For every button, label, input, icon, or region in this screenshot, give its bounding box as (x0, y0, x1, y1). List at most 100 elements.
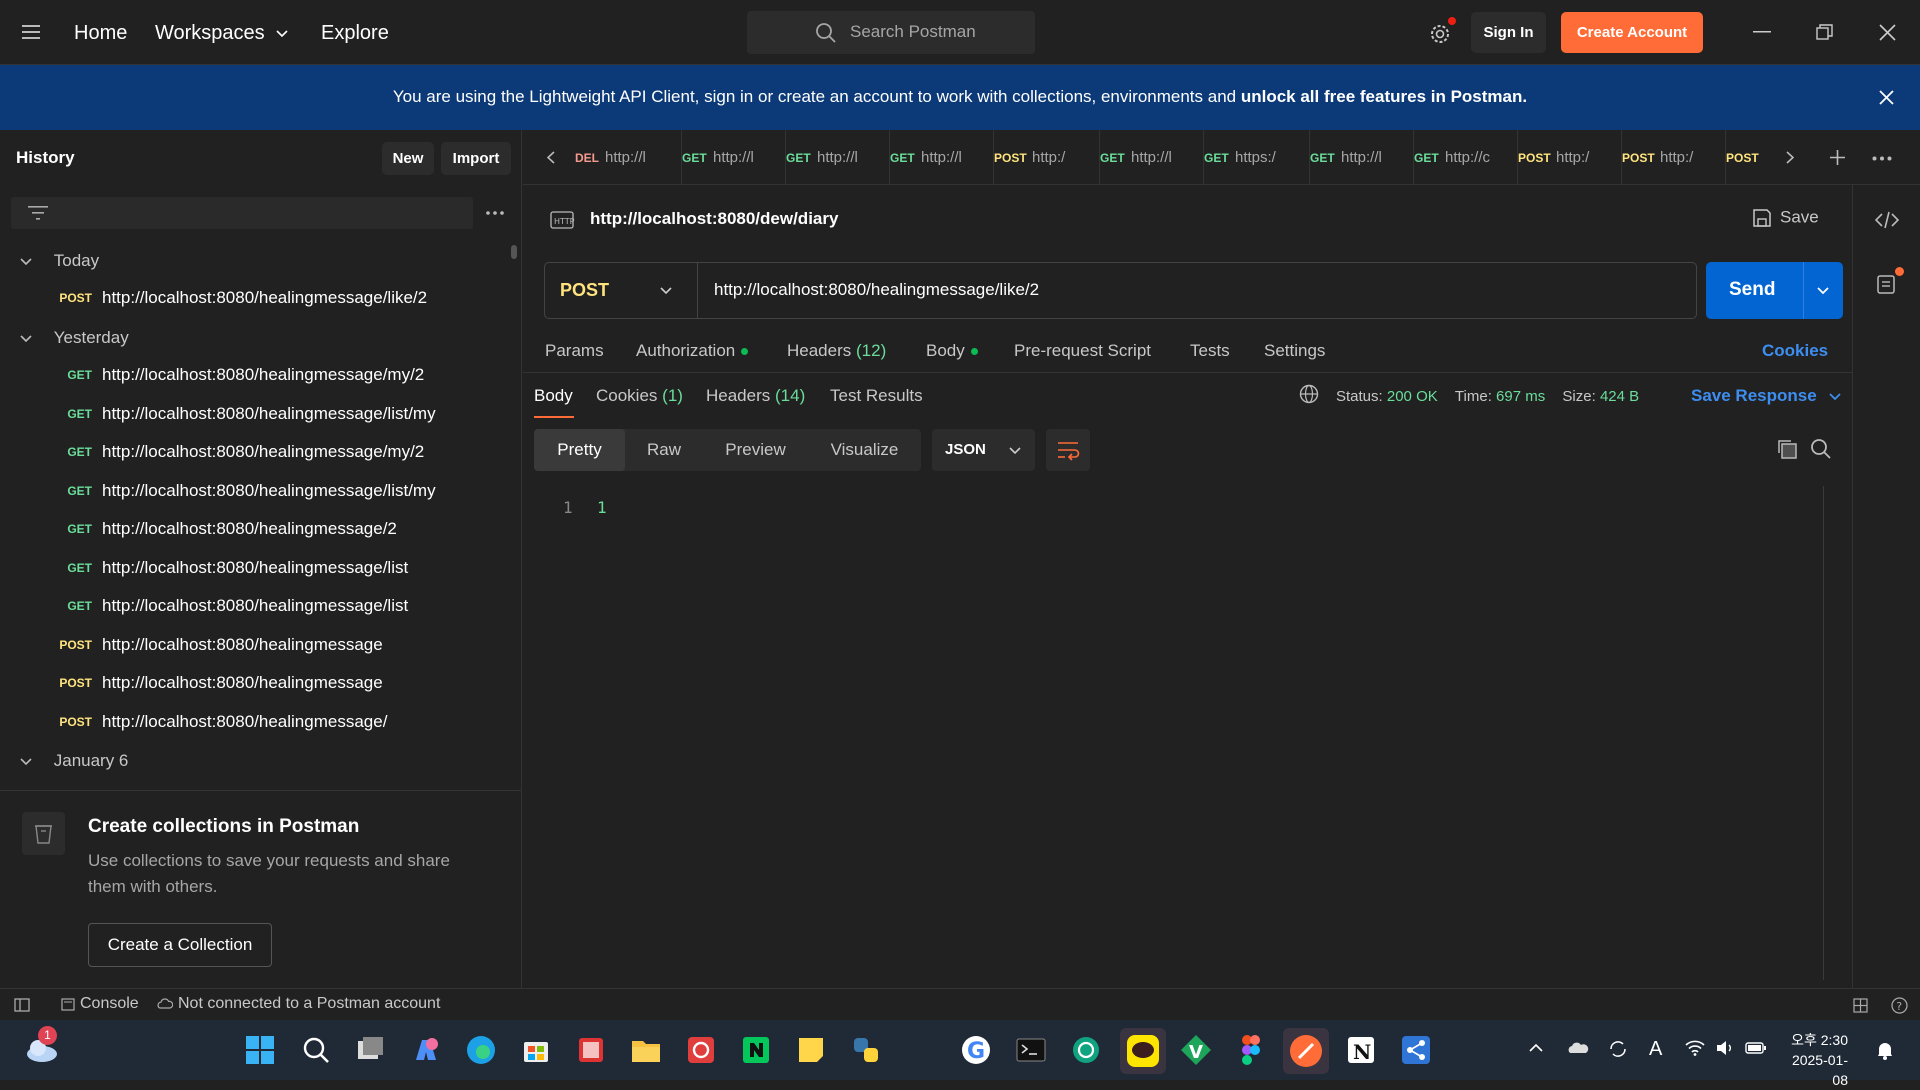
request-tab[interactable]: GET http://l (1099, 130, 1203, 185)
request-tab[interactable]: DEL http://l (575, 130, 679, 185)
request-name[interactable]: http://localhost:8080/dew/diary (590, 209, 838, 229)
share-app-icon[interactable] (1398, 1032, 1434, 1068)
banner-bold-text[interactable]: unlock all free features in Postman. (1241, 87, 1527, 106)
terminal-icon[interactable] (1013, 1032, 1049, 1068)
request-tab[interactable]: POST http:/ (1621, 130, 1725, 185)
new-tab-icon[interactable] (1829, 149, 1846, 166)
format-select[interactable]: JSON (932, 429, 1035, 471)
close-banner-icon[interactable] (1879, 90, 1894, 105)
battery-icon[interactable] (1745, 1041, 1767, 1055)
explore-link[interactable]: Explore (321, 22, 389, 45)
tab-tests[interactable]: Tests (1190, 341, 1230, 361)
history-item[interactable]: POST http://localhost:8080/healingmessage… (0, 703, 500, 741)
minimize-icon[interactable] (1753, 31, 1771, 33)
sign-in-button[interactable]: Sign In (1471, 12, 1546, 53)
notifications-icon[interactable] (1876, 1040, 1894, 1060)
store-icon[interactable] (518, 1032, 554, 1068)
history-item[interactable]: POST http://localhost:8080/healingmessag… (0, 279, 500, 317)
request-tab[interactable]: POST http:/ (993, 130, 1097, 185)
task-view-icon[interactable] (353, 1032, 389, 1068)
console-button[interactable]: Console (61, 995, 139, 1013)
new-button[interactable]: New (382, 142, 434, 175)
request-tab[interactable]: GET http://c (1413, 130, 1517, 185)
sticky-notes-icon[interactable] (793, 1032, 829, 1068)
chevron-right-icon[interactable] (1786, 151, 1794, 164)
response-editor[interactable]: 1 1 (534, 486, 1843, 980)
wrap-lines-icon[interactable] (1046, 429, 1090, 471)
windows-start-icon[interactable] (242, 1032, 278, 1068)
ime-indicator[interactable]: A (1649, 1038, 1662, 1061)
copy-icon[interactable] (1776, 438, 1798, 460)
search-bar[interactable]: Search Postman (747, 11, 1035, 54)
volume-icon[interactable] (1715, 1039, 1735, 1057)
help-icon[interactable]: ? (1891, 997, 1908, 1014)
history-item[interactable]: POST http://localhost:8080/healingmessage (0, 626, 500, 664)
edge-icon[interactable] (463, 1032, 499, 1068)
request-tab[interactable]: GET https:/ (1203, 130, 1307, 185)
tab-headers[interactable]: Headers (12) (787, 341, 886, 361)
editor-scrollbar[interactable] (1823, 486, 1824, 980)
response-tab-test-results[interactable]: Test Results (830, 386, 923, 406)
view-mode-visualize[interactable]: Visualize (808, 429, 921, 471)
view-mode-preview[interactable]: Preview (703, 429, 808, 471)
close-window-icon[interactable] (1879, 24, 1896, 41)
wifi-icon[interactable] (1685, 1040, 1705, 1056)
save-response-button[interactable]: Save Response (1691, 386, 1842, 406)
naver-icon[interactable] (738, 1032, 774, 1068)
connection-status[interactable]: Not connected to a Postman account (157, 995, 440, 1013)
response-tab-body[interactable]: Body (534, 386, 573, 406)
clock[interactable]: 오후 2:30 2025-01-08 (1784, 1030, 1848, 1090)
method-select[interactable]: POST (545, 263, 698, 318)
home-link[interactable]: Home (74, 22, 127, 45)
history-group-yesterday[interactable]: Yesterday (20, 328, 129, 348)
menu-icon[interactable] (22, 25, 40, 39)
request-tab[interactable]: POST http:/ (1517, 130, 1621, 185)
cookies-link[interactable]: Cookies (1762, 341, 1828, 361)
tab-params[interactable]: Params (545, 341, 604, 361)
history-item[interactable]: GET http://localhost:8080/healingmessage/… (0, 510, 500, 548)
postman-icon[interactable] (1283, 1028, 1329, 1074)
code-icon[interactable] (1875, 211, 1899, 229)
tray-expand-icon[interactable] (1529, 1043, 1543, 1052)
size-value[interactable]: 424 B (1600, 388, 1639, 405)
workspaces-link[interactable]: Workspaces (155, 22, 288, 45)
history-item[interactable]: GET http://localhost:8080/healingmessage/… (0, 587, 500, 625)
request-tab[interactable]: GET http://l (889, 130, 993, 185)
sync-app-icon[interactable] (683, 1032, 719, 1068)
filter-input[interactable] (11, 197, 473, 229)
create-collection-button[interactable]: Create a Collection (88, 923, 272, 967)
notion-icon[interactable]: N (1343, 1032, 1379, 1068)
tab-options-icon[interactable] (1872, 156, 1892, 161)
create-account-button[interactable]: Create Account (1561, 12, 1703, 53)
layout-icon[interactable] (1853, 998, 1868, 1013)
vim-icon[interactable]: V (1178, 1032, 1214, 1068)
history-group-january-6[interactable]: January 6 (20, 751, 128, 771)
onedrive-icon[interactable] (1567, 1039, 1589, 1057)
chevron-down-icon[interactable] (1817, 287, 1829, 295)
status-value[interactable]: 200 OK (1387, 388, 1438, 405)
save-button[interactable]: Save (1752, 207, 1819, 228)
history-item[interactable]: GET http://localhost:8080/healingmessage/… (0, 356, 500, 394)
history-item[interactable]: GET http://localhost:8080/healingmessage/… (0, 433, 500, 471)
sidebar-scrollbar[interactable] (511, 245, 517, 259)
search-response-icon[interactable] (1810, 438, 1832, 460)
globe-icon[interactable] (1299, 384, 1319, 404)
history-group-today[interactable]: Today (20, 251, 99, 271)
chatgpt-icon[interactable] (1068, 1032, 1104, 1068)
figma-icon[interactable] (1233, 1032, 1269, 1068)
request-tab[interactable]: GET http://l (681, 130, 785, 185)
request-tab[interactable]: GET http://l (1309, 130, 1413, 185)
history-item[interactable]: GET http://localhost:8080/healingmessage/… (0, 395, 500, 433)
response-tab-cookies[interactable]: Cookies (1) (596, 386, 683, 406)
app-icon-red[interactable] (573, 1032, 609, 1068)
file-explorer-icon[interactable] (628, 1032, 664, 1068)
restore-icon[interactable] (1816, 24, 1833, 41)
google-icon[interactable]: G (958, 1032, 994, 1068)
sidebar-toggle-icon[interactable] (14, 998, 30, 1012)
sync-icon[interactable] (1607, 1038, 1629, 1060)
tab-body[interactable]: Body (926, 341, 978, 361)
python-icon[interactable] (848, 1032, 884, 1068)
tab-authorization[interactable]: Authorization (636, 341, 749, 361)
view-mode-raw[interactable]: Raw (625, 429, 703, 471)
documentation-icon[interactable] (1876, 273, 1898, 295)
